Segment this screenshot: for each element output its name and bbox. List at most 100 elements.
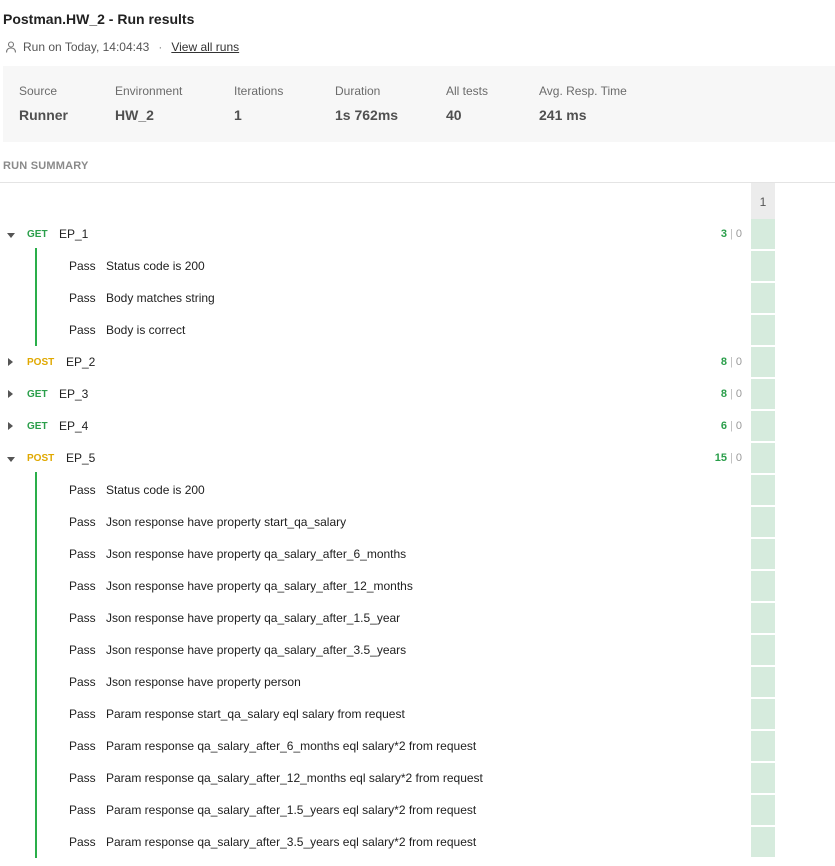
stat-duration: Duration 1s 762ms xyxy=(335,84,398,123)
test-row: Pass Json response have property qa_salar… xyxy=(0,571,750,603)
failed-count: 0 xyxy=(735,420,742,432)
stat-label: Source xyxy=(19,84,58,98)
test-name: Json response have property start_qa_sal… xyxy=(106,515,347,529)
test-row: Pass Param response qa_salary_after_12_mo… xyxy=(0,763,750,795)
test-row: Pass Status code is 200 xyxy=(0,475,750,507)
test-name: Json response have property qa_salary_af… xyxy=(106,611,401,625)
pass-indicator-line xyxy=(35,248,37,346)
request-row-ep-2[interactable]: POST EP_2 8 | 0 xyxy=(0,347,750,379)
test-status: Pass xyxy=(69,323,96,337)
passed-count: 15 xyxy=(714,452,728,464)
caret-right-icon[interactable] xyxy=(8,390,13,398)
run-header: Postman.HW_2 - Run results Run on Today,… xyxy=(0,0,835,66)
caret-right-icon[interactable] xyxy=(8,422,13,430)
iteration-result-cell[interactable] xyxy=(751,507,775,537)
stat-value: HW_2 xyxy=(115,107,154,123)
divider xyxy=(0,182,835,183)
test-counts: 8 | 0 xyxy=(721,388,742,400)
passed-count: 3 xyxy=(720,228,728,240)
iteration-result-cell[interactable] xyxy=(751,603,775,633)
stat-value: 40 xyxy=(446,107,462,123)
test-counts: 6 | 0 xyxy=(721,420,742,432)
iteration-result-cell[interactable] xyxy=(751,411,775,441)
test-row: Pass Body is correct xyxy=(0,315,750,347)
iteration-result-cell[interactable] xyxy=(751,251,775,281)
failed-count: 0 xyxy=(735,388,742,400)
iteration-result-cell[interactable] xyxy=(751,379,775,409)
view-all-runs-link[interactable]: View all runs xyxy=(171,40,239,54)
run-summary-heading: RUN SUMMARY xyxy=(3,160,89,172)
iteration-result-cell[interactable] xyxy=(751,699,775,729)
http-method-badge: POST xyxy=(27,357,55,368)
http-method-badge: GET xyxy=(27,229,48,240)
stat-value: 1s 762ms xyxy=(335,107,399,123)
test-name: Status code is 200 xyxy=(106,483,205,497)
test-name: Json response have property qa_salary_af… xyxy=(106,643,407,657)
test-status: Pass xyxy=(69,803,96,817)
iteration-result-cell[interactable] xyxy=(751,827,775,857)
iteration-result-cell[interactable] xyxy=(751,443,775,473)
test-status: Pass xyxy=(69,579,96,593)
request-name: EP_4 xyxy=(59,419,89,433)
http-method-badge: GET xyxy=(27,389,48,400)
caret-down-icon[interactable] xyxy=(7,457,15,462)
test-name: Json response have property qa_salary_af… xyxy=(106,579,413,593)
count-separator: | xyxy=(730,452,733,464)
test-row: Pass Json response have property qa_salar… xyxy=(0,635,750,667)
test-name: Body is correct xyxy=(106,323,186,337)
test-row: Pass Json response have property start_qa… xyxy=(0,507,750,539)
test-counts: 15 | 0 xyxy=(715,452,742,464)
test-row: Pass Body matches string xyxy=(0,283,750,315)
iteration-column: 1 xyxy=(751,183,775,866)
test-name: Json response have property qa_salary_af… xyxy=(106,547,407,561)
iteration-result-cell[interactable] xyxy=(751,763,775,793)
iteration-result-cell[interactable] xyxy=(751,315,775,345)
http-method-badge: GET xyxy=(27,421,48,432)
test-name: Json response have property person xyxy=(106,675,301,689)
stat-label: All tests xyxy=(446,84,489,98)
test-name: Status code is 200 xyxy=(106,259,205,273)
run-timestamp: Run on Today, 14:04:43 xyxy=(23,40,150,54)
user-icon xyxy=(5,41,17,53)
request-row-ep-1[interactable]: GET EP_1 3 | 0 xyxy=(0,219,750,251)
test-status: Pass xyxy=(69,707,96,721)
test-row: Pass Param response qa_salary_after_1.5_y… xyxy=(0,795,750,827)
request-row-ep-5[interactable]: POST EP_5 15 | 0 xyxy=(0,443,750,475)
iteration-result-cell[interactable] xyxy=(751,475,775,505)
iteration-result-cell[interactable] xyxy=(751,667,775,697)
iteration-result-cell[interactable] xyxy=(751,795,775,825)
count-separator: | xyxy=(730,388,733,400)
page-title: Postman.HW_2 - Run results xyxy=(3,11,195,27)
iteration-result-cell[interactable] xyxy=(751,539,775,569)
caret-down-icon[interactable] xyxy=(7,233,15,238)
iteration-result-cell[interactable] xyxy=(751,283,775,313)
iteration-result-cell[interactable] xyxy=(751,219,775,249)
request-row-ep-4[interactable]: GET EP_4 6 | 0 xyxy=(0,411,750,443)
iteration-result-cell[interactable] xyxy=(751,571,775,601)
iteration-result-cell[interactable] xyxy=(751,731,775,761)
caret-right-icon[interactable] xyxy=(8,358,13,366)
test-name: Param response qa_salary_after_1.5_years… xyxy=(106,803,477,817)
test-status: Pass xyxy=(69,291,96,305)
failed-count: 0 xyxy=(735,228,742,240)
iteration-result-cell[interactable] xyxy=(751,635,775,665)
run-info: Run on Today, 14:04:43 · View all runs xyxy=(5,40,239,54)
failed-count: 0 xyxy=(735,356,742,368)
iteration-header[interactable]: 1 xyxy=(751,183,775,221)
stat-avg-resp-time: Avg. Resp. Time 241 ms xyxy=(539,84,627,123)
passed-count: 8 xyxy=(720,356,728,368)
stat-label: Duration xyxy=(335,84,381,98)
stat-iterations: Iterations 1 xyxy=(234,84,283,123)
passed-count: 8 xyxy=(720,388,728,400)
test-name: Body matches string xyxy=(106,291,215,305)
test-status: Pass xyxy=(69,675,96,689)
test-row: Pass Json response have property qa_salar… xyxy=(0,603,750,635)
test-status: Pass xyxy=(69,259,96,273)
test-name: Param response start_qa_salary eql salar… xyxy=(106,707,405,721)
iteration-result-cell[interactable] xyxy=(751,347,775,377)
test-status: Pass xyxy=(69,771,96,785)
test-row: Pass Json response have property person xyxy=(0,667,750,699)
request-name: EP_5 xyxy=(66,451,96,465)
test-row: Pass Status code is 200 xyxy=(0,251,750,283)
request-row-ep-3[interactable]: GET EP_3 8 | 0 xyxy=(0,379,750,411)
